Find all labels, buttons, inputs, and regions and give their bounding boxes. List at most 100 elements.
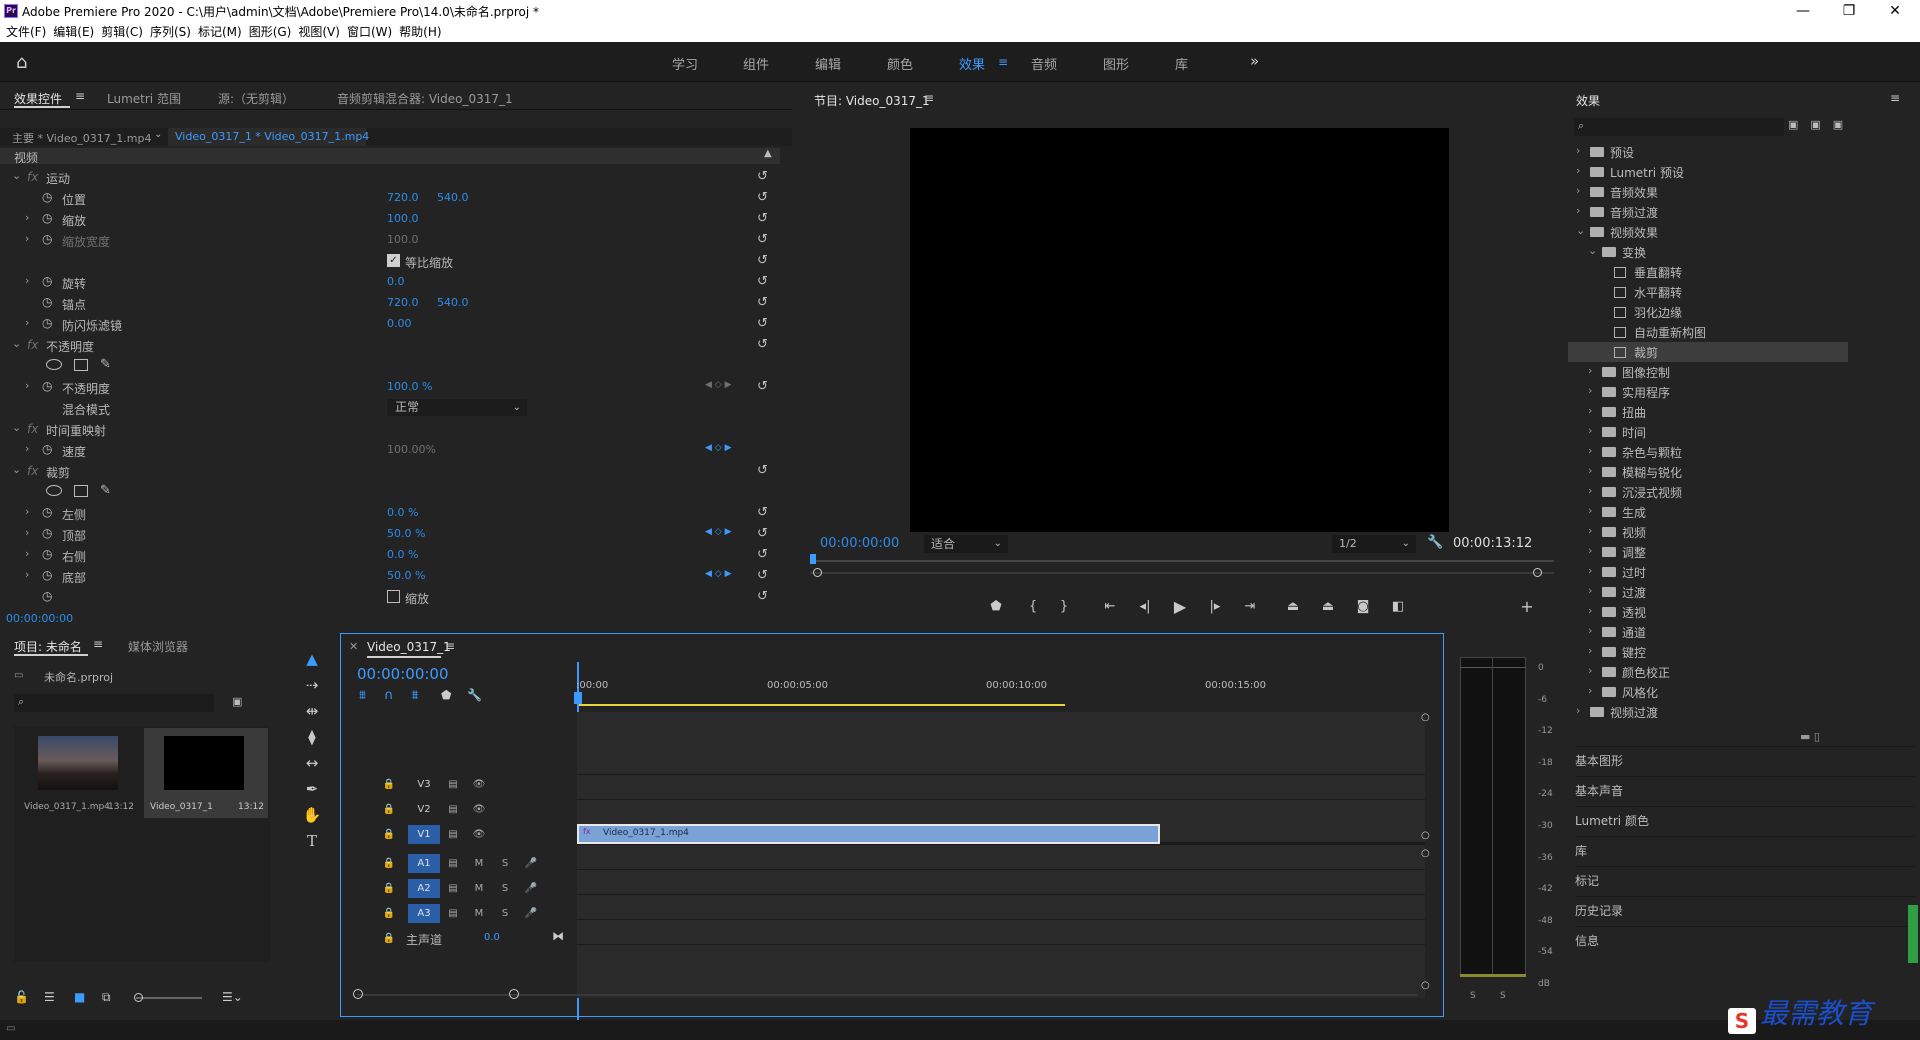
ellipse-mask-icon[interactable] bbox=[46, 485, 62, 496]
chevron-right-icon[interactable]: › bbox=[1588, 684, 1592, 697]
effects-panel-title[interactable]: 效果 bbox=[1576, 92, 1600, 109]
panel-markers[interactable]: 标记 bbox=[1575, 866, 1915, 890]
menu-window[interactable]: 窗口(W) bbox=[347, 22, 399, 42]
icon-view-icon[interactable]: ■ bbox=[74, 990, 85, 1004]
chevron-right-icon[interactable]: › bbox=[1576, 704, 1580, 717]
mic-icon[interactable]: 🎤 bbox=[522, 905, 540, 922]
panel-lumetri-color[interactable]: Lumetri 颜色 bbox=[1575, 806, 1915, 830]
clip-dropdown-icon[interactable]: ⌄ bbox=[154, 129, 162, 140]
effects-filter-icons[interactable]: ▣▣▣ bbox=[1788, 118, 1855, 131]
effects-tree-item[interactable]: › 透视 bbox=[1568, 602, 1848, 622]
track-header-a1[interactable]: 🔒 A1 ▤ M S 🎤 bbox=[380, 852, 574, 876]
scale-row[interactable]: › ◷ 缩放 100.0 ↺ bbox=[0, 208, 780, 229]
mute-button[interactable]: M bbox=[470, 855, 488, 872]
chevron-right-icon[interactable]: › bbox=[1588, 444, 1592, 457]
add-marker-icon[interactable]: ⬟ bbox=[986, 599, 1006, 614]
master-end-icon[interactable]: ⧓ bbox=[552, 929, 564, 943]
panel-info[interactable]: 信息 bbox=[1575, 926, 1915, 950]
effects-tree-item[interactable]: › 风格化 bbox=[1568, 682, 1848, 702]
sync-lock-icon[interactable]: ▤ bbox=[444, 905, 462, 922]
panel-libraries[interactable]: 库 bbox=[1575, 836, 1915, 860]
uniform-scale-row[interactable]: ✓ 等比缩放 ↺ bbox=[0, 250, 780, 271]
v-scroll-mid[interactable]: ○ bbox=[1421, 830, 1430, 841]
tab-audio-clip-mixer[interactable]: 音频剪辑混合器: Video_0317_1 bbox=[337, 90, 513, 107]
razor-tool-icon[interactable]: ⧫ bbox=[302, 728, 322, 750]
track-header-v1[interactable]: 🔒 V1 ▤ 👁 bbox=[380, 823, 574, 847]
tab-project[interactable]: 项目: 未命名 bbox=[14, 638, 82, 655]
timeline-marker-icon[interactable]: ⬟ bbox=[441, 688, 451, 702]
workspace-tab-graphics[interactable]: 图形 bbox=[1103, 54, 1129, 73]
close-icon[interactable]: ✕ bbox=[1872, 0, 1918, 22]
effects-tree-item[interactable]: › 时间 bbox=[1568, 422, 1848, 442]
effects-tree-item[interactable]: › 视频 bbox=[1568, 522, 1848, 542]
panel-menu-icon[interactable]: ≡ bbox=[445, 639, 455, 653]
extract-icon[interactable]: ⏏ bbox=[1318, 599, 1338, 614]
effects-tree-item[interactable]: › 杂色与颗粒 bbox=[1568, 442, 1848, 462]
zoom-checkbox[interactable] bbox=[387, 590, 400, 603]
panel-menu-icon[interactable]: ≡ bbox=[924, 91, 934, 105]
chevron-right-icon[interactable]: › bbox=[1588, 664, 1592, 677]
anchor-row[interactable]: ◷ 锚点 720.0 540.0 ↺ bbox=[0, 292, 780, 313]
effects-tree-item[interactable]: › 键控 bbox=[1568, 642, 1848, 662]
eye-icon[interactable]: 👁 bbox=[470, 776, 488, 793]
ripple-edit-tool-icon[interactable]: ⇹ bbox=[302, 702, 322, 724]
lock-icon[interactable]: 🔒 bbox=[380, 776, 398, 793]
panel-menu-icon[interactable]: ≡ bbox=[75, 89, 85, 103]
effects-tree-item[interactable]: › 过渡 bbox=[1568, 582, 1848, 602]
effects-tree-item[interactable]: › 预设 bbox=[1568, 142, 1848, 162]
project-item[interactable]: Video_0317_1.mp4 13:12 bbox=[20, 728, 138, 818]
new-folder-icon[interactable]: ▬ ▯ bbox=[1800, 730, 1820, 743]
eye-icon[interactable]: 👁 bbox=[470, 801, 488, 818]
chevron-right-icon[interactable]: › bbox=[1588, 644, 1592, 657]
project-search-input[interactable]: ⌕ bbox=[14, 694, 214, 712]
solo-left-button[interactable]: S bbox=[1470, 991, 1476, 1001]
menu-clip[interactable]: 剪辑(C) bbox=[101, 22, 150, 42]
chevron-right-icon[interactable]: › bbox=[1588, 384, 1592, 397]
eye-icon[interactable]: 👁 bbox=[470, 826, 488, 843]
effects-tree-item[interactable]: 裁剪 bbox=[1568, 342, 1848, 362]
effects-tree-item[interactable]: 自动重新构图 bbox=[1568, 322, 1848, 342]
chevron-right-icon[interactable]: › bbox=[1576, 144, 1580, 157]
minimize-icon[interactable]: — bbox=[1780, 0, 1826, 22]
collapse-icon[interactable]: ▲ bbox=[764, 148, 772, 159]
blend-mode-select[interactable]: 正常 ⌄ bbox=[387, 399, 527, 416]
menu-edit[interactable]: 编辑(E) bbox=[53, 22, 101, 42]
pen-mask-icon[interactable]: ✎ bbox=[100, 483, 111, 498]
comparison-view-icon[interactable]: ◧ bbox=[1388, 599, 1408, 614]
menu-view[interactable]: 视图(V) bbox=[298, 22, 347, 42]
tab-lumetri-scopes[interactable]: Lumetri 范围 bbox=[107, 90, 181, 107]
mark-in-icon[interactable]: { bbox=[1023, 599, 1043, 614]
crop-bottom-row[interactable]: › ◷ 底部 50.0 % ◀ ◇ ▶ ↺ bbox=[0, 565, 780, 586]
workspace-tab-learn[interactable]: 学习 bbox=[672, 54, 698, 73]
lift-icon[interactable]: ⏏ bbox=[1283, 599, 1303, 614]
workspace-menu-icon[interactable]: ≡ bbox=[998, 55, 1008, 69]
effects-tree-item[interactable]: 垂直翻转 bbox=[1568, 262, 1848, 282]
effects-tree-item[interactable]: › 颜色校正 bbox=[1568, 662, 1848, 682]
a-scroll-bottom[interactable]: ○ bbox=[1421, 980, 1430, 991]
speed-row[interactable]: › ◷ 速度 100.00% ◀ ◇ ▶ bbox=[0, 439, 780, 460]
scroll-indicator[interactable] bbox=[1908, 905, 1918, 963]
blend-mode-row[interactable]: 混合模式 正常 ⌄ bbox=[0, 397, 780, 418]
freeform-view-icon[interactable]: ⧉ bbox=[102, 990, 111, 1005]
workspace-tab-libraries[interactable]: 库 bbox=[1175, 54, 1188, 73]
program-monitor-title[interactable]: 节目: Video_0317_1 bbox=[814, 92, 930, 109]
master-track-header[interactable]: 🔒 主声道 0.0 ⧓ bbox=[380, 927, 574, 951]
lock-icon[interactable]: 🔒 bbox=[380, 905, 398, 922]
master-volume[interactable]: 0.0 bbox=[484, 932, 500, 943]
program-zoom-bar[interactable] bbox=[810, 572, 1554, 574]
effects-tree-item[interactable]: ⌄ 变换 bbox=[1568, 242, 1848, 262]
work-area-bar[interactable] bbox=[579, 704, 1065, 706]
sync-lock-icon[interactable]: ▤ bbox=[444, 855, 462, 872]
effects-tree-item[interactable]: › 生成 bbox=[1568, 502, 1848, 522]
program-video-frame[interactable] bbox=[910, 128, 1449, 532]
tab-media-browser[interactable]: 媒体浏览器 bbox=[128, 638, 188, 655]
effect-controls-timecode[interactable]: 00:00:00:00 bbox=[6, 612, 73, 625]
chevron-right-icon[interactable]: › bbox=[1588, 604, 1592, 617]
chevron-right-icon[interactable]: › bbox=[1588, 484, 1592, 497]
sync-lock-icon[interactable]: ▤ bbox=[444, 826, 462, 843]
hand-tool-icon[interactable]: ✋ bbox=[302, 806, 322, 828]
track-target-toggle[interactable]: A1 bbox=[408, 854, 440, 873]
workspace-tab-color[interactable]: 颜色 bbox=[887, 54, 913, 73]
scale-width-row[interactable]: › ◷ 缩放宽度 100.0 ↺ bbox=[0, 229, 780, 250]
master-clip-label[interactable]: 主要 * Video_0317_1.mp4 bbox=[12, 130, 152, 146]
